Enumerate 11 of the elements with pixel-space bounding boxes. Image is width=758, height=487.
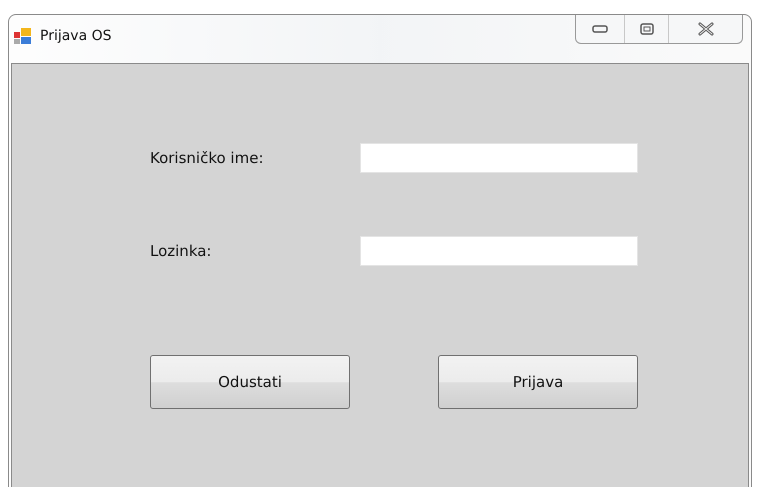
app-icon (14, 28, 32, 44)
input-field[interactable] (360, 143, 638, 173)
minimize-icon (592, 25, 608, 33)
input-field[interactable] (360, 236, 638, 266)
field-label: Korisničko ime: (150, 149, 264, 167)
login-button[interactable]: Prijava (438, 355, 638, 409)
maximize-icon (640, 23, 654, 35)
window-title: Prijava OS (40, 28, 112, 44)
cancel-button[interactable]: Odustati (150, 355, 350, 409)
close-icon (698, 22, 714, 36)
field-label: Lozinka: (150, 242, 212, 260)
